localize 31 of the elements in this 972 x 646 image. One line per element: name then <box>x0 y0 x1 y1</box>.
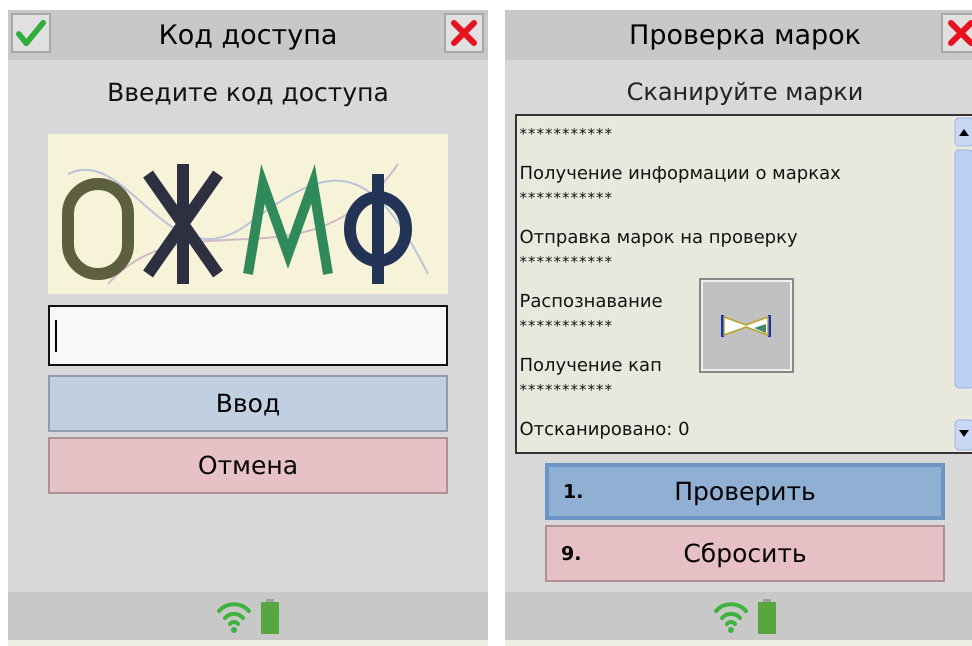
action-button[interactable]: 1. Проверить <box>545 463 945 520</box>
separator-text: *********** <box>520 252 613 273</box>
instruction-text: Введите код доступа <box>106 78 390 109</box>
separator-text: *********** <box>520 316 613 337</box>
hourglass-icon <box>720 314 772 338</box>
battery-icon <box>261 598 279 634</box>
action-button[interactable]: 9. Сбросить <box>545 525 945 582</box>
scrollbar[interactable] <box>954 116 972 452</box>
log-line: Отправка марок на проверку <box>520 226 798 250</box>
confirm-button[interactable] <box>11 13 51 53</box>
separator-text: *********** <box>520 188 613 209</box>
log-line: Получение кап <box>520 354 662 378</box>
action-button[interactable]: Ввод <box>48 375 448 432</box>
input-field[interactable] <box>48 305 448 366</box>
log-line: Отсканировано: 0 <box>520 418 690 442</box>
separator-text: *********** <box>520 380 613 401</box>
screen-title: Код доступа <box>158 20 338 50</box>
hotkey-label: 1. <box>563 480 584 502</box>
checkmark-icon <box>16 18 46 48</box>
log-line: Получение информации о марках <box>520 162 841 186</box>
close-button[interactable] <box>941 13 972 53</box>
battery-icon <box>758 598 776 634</box>
close-button[interactable] <box>444 13 484 53</box>
instruction-text: Сканируйте марки <box>626 78 864 108</box>
separator-text: *********** <box>520 124 613 145</box>
screen-title: Проверка марок <box>629 20 861 50</box>
hotkey-label: 9. <box>561 542 582 564</box>
action-button[interactable]: Отмена <box>48 437 448 494</box>
close-icon <box>946 18 972 48</box>
close-icon <box>449 18 479 48</box>
log-line: Распознавание <box>520 290 663 314</box>
